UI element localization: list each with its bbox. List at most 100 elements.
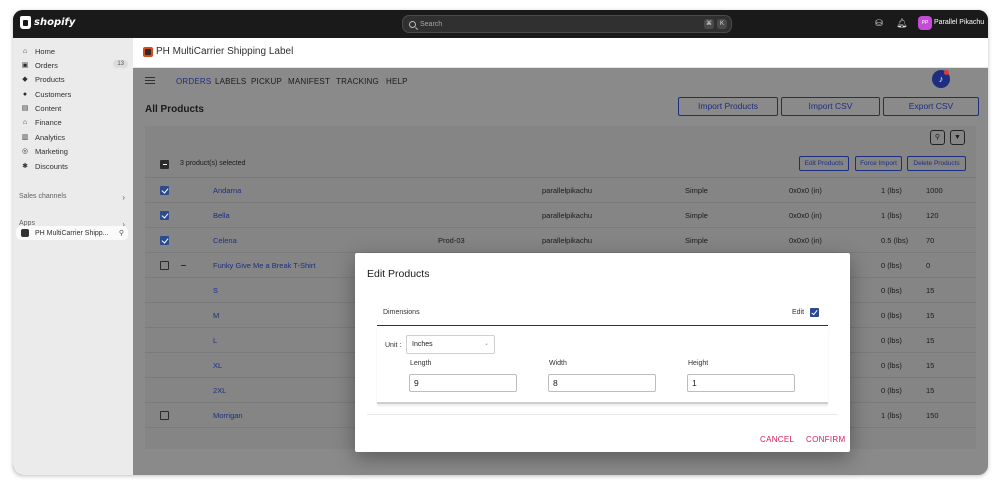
unit-select[interactable]: Inches ⌄ — [406, 335, 495, 354]
table-row[interactable]: Celena Prod-03 parallelpikachu Simple 0x… — [145, 227, 976, 252]
pin-icon[interactable]: ⚲ — [119, 229, 124, 237]
dimensions-cell: 0x0x0 (in) — [789, 211, 822, 220]
import-csv-button[interactable]: Import CSV — [781, 97, 880, 116]
page-title: All Products — [145, 104, 204, 115]
weight-cell: 1 (lbs) — [881, 411, 902, 420]
edit-checkbox[interactable] — [810, 308, 819, 317]
sidebar-item-home[interactable]: ⌂ Home — [21, 45, 131, 58]
sidebar-item-finance[interactable]: ⌂ Finance — [21, 116, 131, 129]
quantity-cell: 0 — [926, 261, 931, 270]
weight-cell: 0.5 (lbs) — [881, 236, 909, 245]
sidebar-item-label: Analytics — [35, 133, 66, 142]
bell-icon[interactable]: 🔔︎ — [896, 18, 907, 28]
type-cell: Simple — [685, 236, 708, 245]
width-input[interactable]: 8 — [548, 374, 656, 392]
row-checkbox[interactable] — [160, 411, 169, 420]
search-icon — [409, 20, 416, 28]
dimensions-cell: 0x0x0 (in) — [789, 186, 822, 195]
sidebar-item-analytics[interactable]: ▥ Analytics — [21, 131, 131, 144]
delete-products-button[interactable]: Delete Products — [907, 156, 966, 171]
product-name-link[interactable]: Andarna — [213, 186, 241, 195]
sidebar-item-label: Orders — [35, 61, 58, 70]
vendor-cell: parallelpikachu — [542, 186, 593, 195]
variant-name-link[interactable]: M — [213, 311, 219, 320]
orders-icon: ▣ — [21, 61, 29, 69]
variant-name-link[interactable]: 2XL — [213, 386, 226, 395]
height-input[interactable]: 1 — [687, 374, 795, 392]
menu-help[interactable]: HELP — [386, 77, 408, 86]
table-row[interactable]: Andarna parallelpikachu Simple 0x0x0 (in… — [145, 177, 976, 202]
sidebar-item-orders[interactable]: ▣ Orders 13 — [21, 59, 131, 72]
product-name-link[interactable]: Celena — [213, 236, 237, 245]
product-name-link[interactable]: Funky Give Me a Break T-Shirt — [213, 261, 315, 270]
sidebar-item-marketing[interactable]: ◎ Marketing — [21, 145, 131, 158]
app-menubar: ORDERS LABELS PICKUP MANIFEST TRACKING H… — [133, 68, 988, 95]
sidebar: ⌂ Home ▣ Orders 13 ◆ Products ● Customer… — [13, 38, 133, 475]
height-label: Height — [688, 360, 709, 367]
menu-tracking[interactable]: TRACKING — [336, 77, 379, 86]
menu-pickup[interactable]: PICKUP — [251, 77, 282, 86]
weight-cell: 0 (lbs) — [881, 336, 902, 345]
sales-channels-label[interactable]: Sales channels — [19, 193, 66, 200]
shopify-bag-icon — [20, 16, 31, 29]
force-import-button[interactable]: Force Import — [855, 156, 902, 171]
edit-products-modal: Edit Products Dimensions Edit Unit : Inc… — [355, 253, 850, 452]
quantity-cell: 120 — [926, 211, 939, 220]
quantity-cell: 15 — [926, 336, 935, 345]
confirm-button[interactable]: CONFIRM — [806, 435, 845, 444]
row-checkbox[interactable] — [160, 236, 169, 245]
shopify-logo[interactable]: shopify — [20, 16, 75, 29]
row-checkbox[interactable] — [160, 261, 169, 270]
quantity-cell: 15 — [926, 361, 935, 370]
chevron-down-icon: ⌄ — [483, 341, 489, 347]
table-row[interactable]: Bella parallelpikachu Simple 0x0x0 (in) … — [145, 202, 976, 227]
store-icon[interactable]: ⛁ — [874, 18, 884, 28]
product-name-link[interactable]: Morrigan — [213, 411, 243, 420]
sidebar-item-discounts[interactable]: ✱ Discounts — [21, 160, 131, 173]
row-checkbox[interactable] — [160, 186, 169, 195]
menu-labels[interactable]: LABELS — [215, 77, 246, 86]
app-item-label: PH MultiCarrier Shipp... — [35, 229, 109, 237]
bar-chart-icon: ▥ — [21, 133, 29, 141]
weight-cell: 0 (lbs) — [881, 386, 902, 395]
sidebar-item-label: Home — [35, 47, 56, 56]
sku-cell: Prod-03 — [438, 236, 465, 245]
cancel-button[interactable]: CANCEL — [760, 435, 794, 444]
weight-cell: 1 (lbs) — [881, 186, 902, 195]
length-input[interactable]: 9 — [409, 374, 517, 392]
chevron-right-icon[interactable]: › — [122, 193, 125, 202]
search-input[interactable]: Search ⌘ K — [402, 15, 732, 33]
store-name[interactable]: Parallel Pikachu — [934, 19, 984, 26]
search-icon[interactable]: ⚲ — [930, 130, 945, 145]
collapse-icon[interactable] — [181, 265, 186, 267]
sidebar-item-products[interactable]: ◆ Products — [21, 73, 131, 86]
dimensions-cell: 0x0x0 (in) — [789, 236, 822, 245]
bank-icon: ⌂ — [22, 118, 28, 126]
product-name-link[interactable]: Bella — [213, 211, 230, 220]
notification-dot — [944, 70, 949, 75]
avatar[interactable]: PP — [918, 16, 932, 30]
app-title: PH MultiCarrier Shipping Label — [143, 46, 293, 57]
hamburger-icon[interactable] — [145, 77, 155, 84]
variant-name-link[interactable]: XL — [213, 361, 222, 370]
filter-icon[interactable]: ▼ — [950, 130, 965, 145]
target-icon: ◎ — [21, 147, 29, 155]
variant-name-link[interactable]: L — [213, 336, 217, 345]
sidebar-item-customers[interactable]: ● Customers — [21, 88, 131, 101]
dimensions-label: Dimensions — [383, 309, 420, 316]
edit-products-button[interactable]: Edit Products — [799, 156, 849, 171]
export-csv-button[interactable]: Export CSV — [883, 97, 979, 116]
select-all-checkbox[interactable] — [160, 160, 169, 169]
weight-cell: 0 (lbs) — [881, 286, 902, 295]
app-header: PH MultiCarrier Shipping Label — [133, 38, 988, 68]
variant-name-link[interactable]: S — [213, 286, 218, 295]
row-checkbox[interactable] — [160, 211, 169, 220]
menu-orders[interactable]: ORDERS — [176, 77, 211, 86]
sidebar-item-content[interactable]: ▤ Content — [21, 102, 131, 115]
orders-count-badge: 13 — [113, 60, 128, 68]
person-icon: ● — [22, 90, 28, 98]
sidebar-item-app[interactable]: PH MultiCarrier Shipp... ⚲ — [16, 226, 128, 240]
app-logo-icon — [143, 46, 153, 57]
menu-manifest[interactable]: MANIFEST — [288, 77, 330, 86]
import-products-button[interactable]: Import Products — [678, 97, 778, 116]
